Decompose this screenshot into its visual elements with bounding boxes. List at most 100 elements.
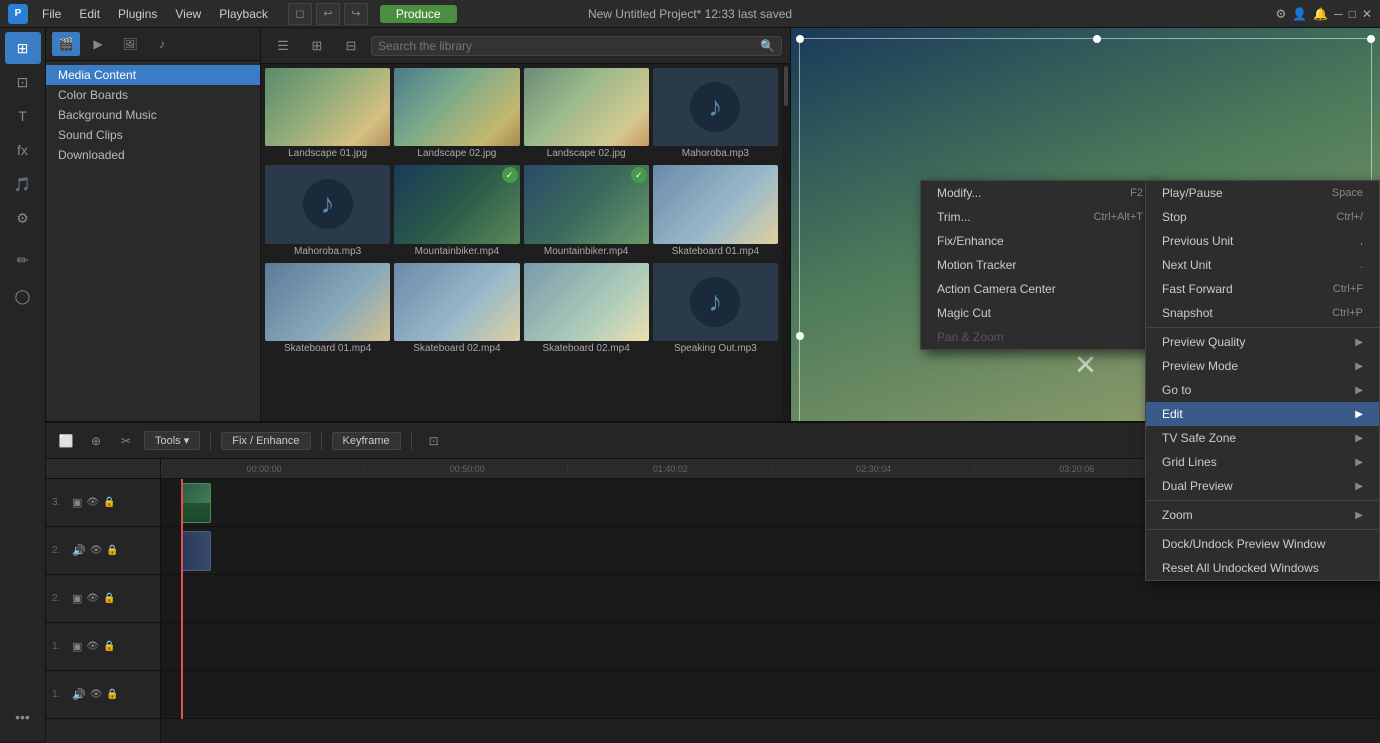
- ctx-fast-forward[interactable]: Fast Forward Ctrl+F: [1146, 277, 1379, 301]
- ctx-snapshot[interactable]: Snapshot Ctrl+P: [1146, 301, 1379, 325]
- tl-magnet-icon[interactable]: ⊕: [84, 430, 108, 452]
- timeline-clip[interactable]: [181, 483, 211, 523]
- playhead[interactable]: [181, 479, 183, 719]
- timeline-clip[interactable]: [181, 531, 211, 571]
- ctx-preview-quality[interactable]: Preview Quality ▶: [1146, 330, 1379, 354]
- scrollbar-thumb[interactable]: [784, 66, 788, 106]
- user-btn[interactable]: 👤: [1292, 7, 1307, 21]
- media-thumbnail: [524, 263, 649, 341]
- list-item[interactable]: Skateboard 01.mp4: [653, 165, 778, 258]
- menu-edit[interactable]: Edit: [71, 5, 108, 23]
- notifications-btn[interactable]: 🔔: [1313, 7, 1328, 21]
- sidebar-audio-icon[interactable]: 🎵: [5, 168, 41, 200]
- ctx-zoom[interactable]: Zoom ▶: [1146, 503, 1379, 527]
- sidebar-shape-icon[interactable]: ◯: [5, 280, 41, 312]
- detail-view-btn[interactable]: ⊟: [337, 34, 365, 58]
- ctx-dual-preview[interactable]: Dual Preview ▶: [1146, 474, 1379, 498]
- tl-scissors-icon[interactable]: ✂: [114, 430, 138, 452]
- track-visibility-btn[interactable]: 👁: [86, 641, 99, 652]
- produce-button[interactable]: Produce: [380, 5, 457, 23]
- ctx-tv-safe-zone[interactable]: TV Safe Zone ▶: [1146, 426, 1379, 450]
- list-item[interactable]: Skateboard 02.mp4: [394, 263, 519, 356]
- minimize-btn[interactable]: ─: [1334, 7, 1343, 21]
- ctx-goto[interactable]: Go to ▶: [1146, 378, 1379, 402]
- list-item[interactable]: ♪ Speaking Out.mp3: [653, 263, 778, 356]
- list-item[interactable]: ♪ Mahoroba.mp3: [653, 68, 778, 161]
- tools-btn[interactable]: Tools ▾: [144, 431, 200, 450]
- grid-view-btn[interactable]: ⊞: [303, 34, 331, 58]
- nav-downloaded[interactable]: Downloaded: [46, 145, 260, 165]
- sidebar-fx-icon[interactable]: fx: [5, 134, 41, 166]
- track-lock-btn[interactable]: 🔒: [106, 689, 118, 700]
- keyframe-btn[interactable]: Keyframe: [332, 432, 401, 450]
- ctx-preview-mode[interactable]: Preview Mode ▶: [1146, 354, 1379, 378]
- ctx-trim[interactable]: Trim... Ctrl+Alt+T: [921, 205, 1159, 229]
- ctx-dock-undock[interactable]: Dock/Undock Preview Window: [1146, 532, 1379, 556]
- track-lock-btn[interactable]: 🔒: [103, 593, 115, 604]
- tab-media-icon[interactable]: 🎬: [52, 32, 80, 56]
- ctx-magic-cut[interactable]: Magic Cut: [921, 301, 1159, 325]
- menu-plugins[interactable]: Plugins: [110, 5, 165, 23]
- nav-color-boards[interactable]: Color Boards: [46, 85, 260, 105]
- sidebar-more-icon[interactable]: •••: [5, 701, 41, 733]
- list-item[interactable]: Landscape 02.jpg: [394, 68, 519, 161]
- list-item[interactable]: ♪ Mahoroba.mp3: [265, 165, 390, 258]
- maximize-btn[interactable]: □: [1349, 7, 1356, 21]
- sidebar-text-icon[interactable]: T: [5, 100, 41, 132]
- list-item[interactable]: Skateboard 01.mp4: [265, 263, 390, 356]
- sidebar-transitions-icon[interactable]: ⊡: [5, 66, 41, 98]
- transform-handle-tl[interactable]: [796, 35, 804, 43]
- list-item[interactable]: Skateboard 02.mp4: [524, 263, 649, 356]
- track-visibility-btn[interactable]: 👁: [90, 689, 103, 700]
- sidebar-pencil-icon[interactable]: ✏: [5, 244, 41, 276]
- list-item[interactable]: Landscape 02.jpg: [524, 68, 649, 161]
- search-input[interactable]: [378, 39, 756, 53]
- nav-media-content[interactable]: Media Content: [46, 65, 260, 85]
- project-title: New Untitled Project* 12:33 last saved: [588, 7, 792, 21]
- menu-view[interactable]: View: [167, 5, 209, 23]
- menu-file[interactable]: File: [34, 5, 69, 23]
- ctx-stop[interactable]: Stop Ctrl+/: [1146, 205, 1379, 229]
- ctx-grid-lines[interactable]: Grid Lines ▶: [1146, 450, 1379, 474]
- tl-split-icon[interactable]: ⬜: [54, 430, 78, 452]
- track-lock-btn[interactable]: 🔒: [106, 545, 118, 556]
- ctx-next-unit[interactable]: Next Unit .: [1146, 253, 1379, 277]
- nav-sound-clips[interactable]: Sound Clips: [46, 125, 260, 145]
- sidebar-media-icon[interactable]: ⊞: [5, 32, 41, 64]
- ctx-previous-unit[interactable]: Previous Unit ,: [1146, 229, 1379, 253]
- track-visibility-btn[interactable]: 👁: [86, 497, 99, 508]
- list-item[interactable]: ✓ Mountainbiker.mp4: [524, 165, 649, 258]
- list-item[interactable]: Landscape 01.jpg: [265, 68, 390, 161]
- ctx-edit[interactable]: Edit ▶: [1146, 402, 1379, 426]
- track-visibility-btn[interactable]: 👁: [90, 545, 103, 556]
- ctx-action-camera-center[interactable]: Action Camera Center: [921, 277, 1159, 301]
- toolbar-icon1[interactable]: ◻: [288, 3, 312, 25]
- track-lock-btn[interactable]: 🔒: [103, 497, 115, 508]
- ctx-motion-tracker[interactable]: Motion Tracker: [921, 253, 1159, 277]
- redo-btn[interactable]: ↪: [344, 3, 368, 25]
- track-visibility-btn[interactable]: 👁: [86, 593, 99, 604]
- ctx-play-pause[interactable]: Play/Pause Space: [1146, 181, 1379, 205]
- transform-handle-tm[interactable]: [1093, 35, 1101, 43]
- tab-image-icon[interactable]: 🖼: [116, 32, 144, 56]
- menu-playback[interactable]: Playback: [211, 5, 276, 23]
- ctx-modify[interactable]: Modify... F2: [921, 181, 1159, 205]
- fix-enhance-btn[interactable]: Fix / Enhance: [221, 432, 310, 450]
- transform-handle-tr[interactable]: [1367, 35, 1375, 43]
- tl-expand-icon[interactable]: ⊡: [422, 430, 446, 452]
- tab-audio-icon[interactable]: ♪: [148, 32, 176, 56]
- transform-handle-ml[interactable]: [796, 332, 804, 340]
- track-lock-btn[interactable]: 🔒: [103, 641, 115, 652]
- ctx-pan-zoom[interactable]: Pan & Zoom: [921, 325, 1159, 349]
- sidebar-tools-icon[interactable]: ⚙: [5, 202, 41, 234]
- undo-btn[interactable]: ↩: [316, 3, 340, 25]
- search-box: 🔍: [371, 36, 782, 56]
- list-view-btn[interactable]: ☰: [269, 34, 297, 58]
- close-btn[interactable]: ✕: [1362, 7, 1372, 21]
- ctx-reset-undocked[interactable]: Reset All Undocked Windows: [1146, 556, 1379, 580]
- nav-background-music[interactable]: Background Music: [46, 105, 260, 125]
- list-item[interactable]: ✓ Mountainbiker.mp4: [394, 165, 519, 258]
- tab-video-icon[interactable]: ▶: [84, 32, 112, 56]
- ctx-fix-enhance[interactable]: Fix/Enhance: [921, 229, 1159, 253]
- help-btn[interactable]: ⚙: [1276, 7, 1287, 21]
